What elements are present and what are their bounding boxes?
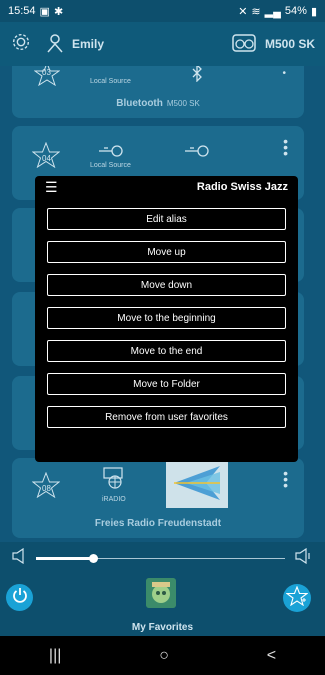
power-icon bbox=[12, 587, 28, 608]
edit-alias-button[interactable]: Edit alias bbox=[47, 208, 286, 230]
favorite-card[interactable]: 08 iRADIO • • • Freies Radio Freudenstadt bbox=[12, 458, 304, 538]
top-bar: Emily M500 SK bbox=[0, 22, 325, 66]
more-icon[interactable]: • bbox=[282, 68, 286, 79]
move-to-end-button[interactable]: Move to the end bbox=[47, 340, 286, 362]
gear-icon[interactable] bbox=[10, 31, 32, 58]
speaker-device-icon bbox=[231, 33, 257, 56]
system-nav-bar: ||| ○ < bbox=[0, 636, 325, 675]
card-number: 04 bbox=[42, 154, 51, 163]
volume-high-icon[interactable] bbox=[295, 547, 313, 569]
user-selector[interactable]: Emily bbox=[46, 33, 104, 56]
power-button[interactable] bbox=[6, 584, 33, 611]
remove-from-favorites-button[interactable]: Remove from user favorites bbox=[47, 406, 286, 428]
home-icon[interactable]: ○ bbox=[159, 647, 169, 665]
more-icon[interactable]: • • • bbox=[283, 134, 288, 160]
star-plus-icon bbox=[285, 584, 309, 611]
move-up-button[interactable]: Move up bbox=[47, 241, 286, 263]
mute-icon: ✕ bbox=[238, 5, 248, 18]
hamburger-icon[interactable]: ☰ bbox=[45, 180, 58, 194]
menu-title: Radio Swiss Jazz bbox=[196, 181, 288, 193]
status-time: 15:54 bbox=[8, 5, 36, 17]
card-number: 08 bbox=[42, 484, 51, 493]
card-title: Freies Radio Freudenstadt bbox=[94, 518, 222, 529]
move-to-beginning-button[interactable]: Move to the beginning bbox=[47, 307, 286, 329]
source-label: Local Source bbox=[90, 162, 131, 169]
wifi-icon: ≋ bbox=[251, 5, 261, 18]
add-favorite-button[interactable] bbox=[283, 584, 311, 612]
card-number: 03 bbox=[42, 68, 51, 77]
radio-icon bbox=[102, 466, 124, 495]
move-to-folder-button[interactable]: Move to Folder bbox=[47, 373, 286, 395]
source-label: iRADIO bbox=[102, 496, 126, 503]
player-bar: My Favorites bbox=[0, 574, 325, 636]
pinwheel-notification-icon: ✱ bbox=[53, 5, 64, 18]
device-name: M500 SK bbox=[264, 37, 315, 51]
favorite-card[interactable]: 03 Local Source • Bluetooth M500 SK bbox=[12, 66, 304, 118]
battery-percent: 54% bbox=[284, 5, 307, 17]
now-playing-cover[interactable] bbox=[146, 578, 176, 608]
person-icon bbox=[46, 33, 64, 56]
key-icon bbox=[98, 144, 124, 163]
card-title: Bluetooth M500 SK bbox=[116, 98, 200, 109]
more-icon[interactable]: • • • bbox=[283, 466, 288, 492]
signal-icon: ▂▄ bbox=[264, 5, 281, 18]
device-selector[interactable]: M500 SK bbox=[231, 33, 315, 56]
key-icon bbox=[184, 144, 210, 163]
battery-icon: ▮ bbox=[310, 5, 317, 18]
volume-bar bbox=[0, 542, 325, 574]
station-logo bbox=[166, 458, 228, 508]
player-label: My Favorites bbox=[131, 622, 194, 633]
move-down-button[interactable]: Move down bbox=[47, 274, 286, 296]
menu-header: ☰ Radio Swiss Jazz bbox=[35, 176, 298, 198]
back-icon[interactable]: < bbox=[267, 647, 276, 665]
source-label: Local Source bbox=[90, 78, 131, 85]
context-menu: ☰ Radio Swiss Jazz Edit alias Move up Mo… bbox=[35, 176, 298, 462]
bluetooth-icon bbox=[190, 66, 204, 87]
user-name: Emily bbox=[72, 37, 105, 51]
status-bar: 15:54 ▣ ✱ ✕ ≋ ▂▄ 54% ▮ bbox=[0, 0, 325, 22]
recent-apps-icon[interactable]: ||| bbox=[49, 647, 61, 665]
gallery-notification-icon: ▣ bbox=[39, 5, 50, 18]
volume-knob[interactable] bbox=[89, 553, 99, 563]
volume-low-icon[interactable] bbox=[12, 547, 26, 569]
volume-slider[interactable] bbox=[36, 553, 285, 563]
